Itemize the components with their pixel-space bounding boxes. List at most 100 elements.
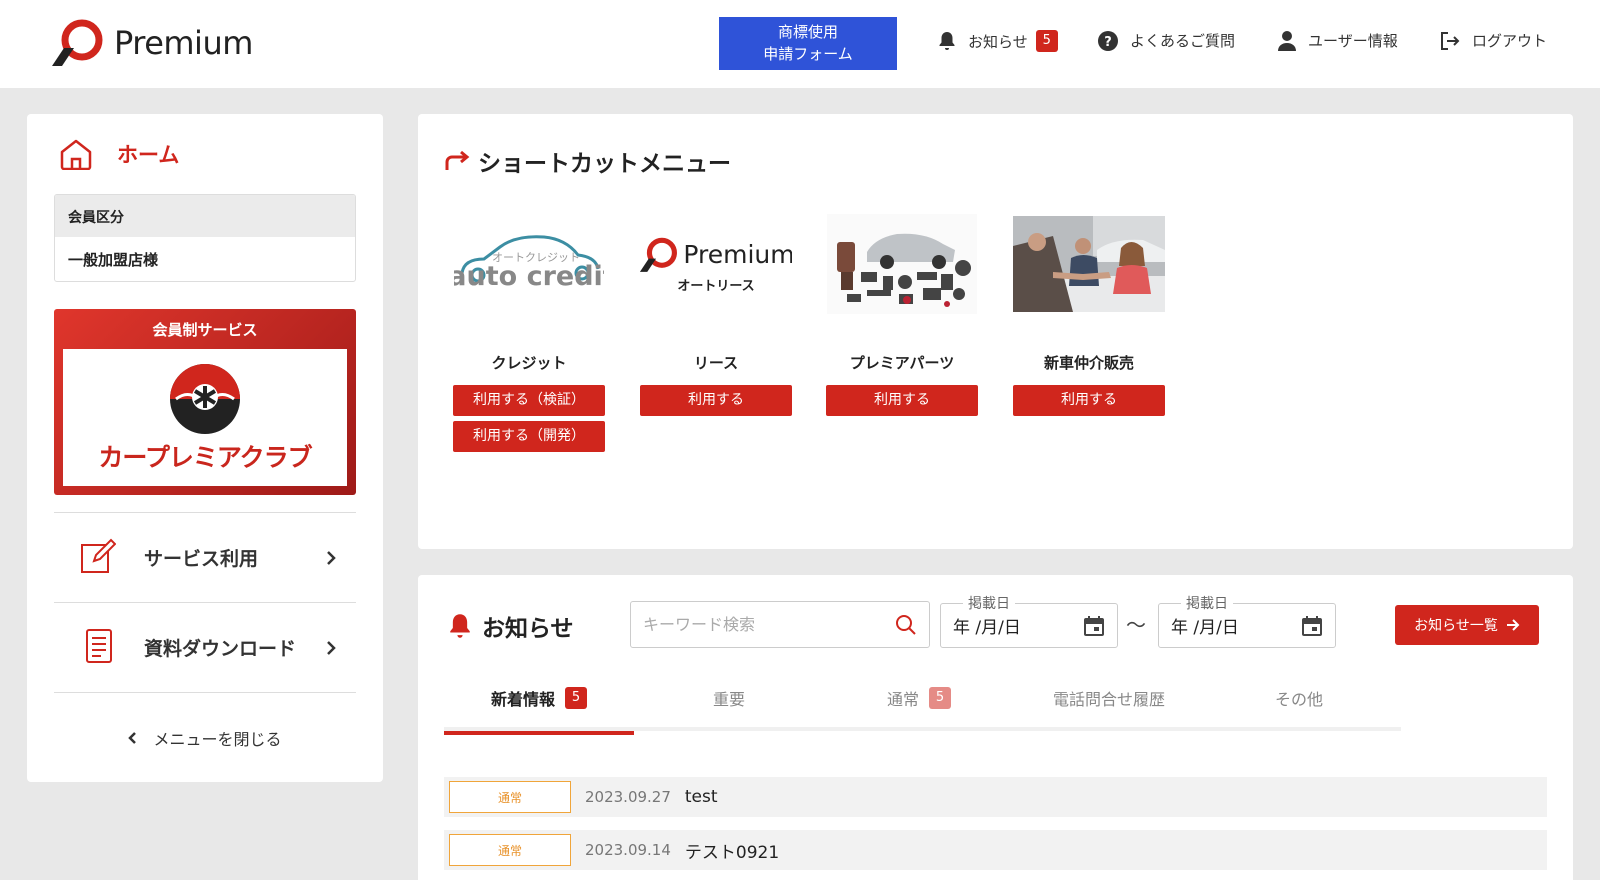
shortcut-menu-panel: ショートカットメニュー オートクレジット auto credit クレジット 利… xyxy=(418,114,1573,549)
nav-notice-label: お知らせ xyxy=(968,32,1028,51)
shortcut-premier-parts: プレミアパーツ 利用する xyxy=(826,214,978,416)
nav-faq[interactable]: ? よくあるご質問 xyxy=(1098,30,1235,51)
document-icon xyxy=(80,628,120,668)
svg-text:?: ? xyxy=(1104,35,1112,50)
trademark-button-line1: 商標使用 xyxy=(777,23,838,41)
keyword-search[interactable] xyxy=(630,601,930,648)
tab-normal[interactable]: 通常 5 xyxy=(824,665,1014,731)
question-icon: ? xyxy=(1098,30,1118,51)
bell-icon xyxy=(939,32,955,50)
nav-notice[interactable]: お知らせ 5 xyxy=(938,30,1058,52)
news-list-button[interactable]: お知らせ一覧 xyxy=(1395,605,1539,645)
shortcut-new-car-brokerage: 新車仲介販売 利用する xyxy=(1013,214,1165,416)
premium-auto-lease-logo: Premium オートリース xyxy=(640,214,792,314)
news-panel: お知らせ 掲載日 年 /月/日 〜 掲載日 年 /月/日 お知らせ一覧 新着情報… xyxy=(418,575,1573,880)
use-button[interactable]: 利用する xyxy=(826,385,978,416)
home-label: ホーム xyxy=(117,143,180,167)
member-service-banner[interactable]: 会員制サービス カープレミアクラブ xyxy=(54,309,356,495)
tab-phone-history[interactable]: 電話問合せ履歴 xyxy=(1014,665,1204,731)
shortcut-lease: Premium オートリース リース 利用する xyxy=(640,214,792,416)
news-row[interactable]: 通常 2023.09.27 test xyxy=(444,777,1547,817)
member-class-heading: 会員区分 xyxy=(55,195,355,237)
nav-faq-label: よくあるご質問 xyxy=(1130,32,1236,50)
calendar-icon[interactable] xyxy=(1301,615,1323,637)
home-icon xyxy=(60,139,92,170)
date-to-field[interactable]: 掲載日 年 /月/日 xyxy=(1158,593,1336,648)
use-dev-button[interactable]: 利用する（開発） xyxy=(453,421,605,452)
sidebar-item-label: 資料ダウンロード xyxy=(144,638,297,660)
auto-credit-wordmark: auto credit xyxy=(454,261,604,292)
premium-logo[interactable]: Premium xyxy=(48,18,253,68)
close-menu-label: メニューを閉じる xyxy=(153,729,282,749)
shortcut-credit: オートクレジット auto credit クレジット 利用する（検証） 利用する… xyxy=(453,214,605,452)
news-title-link[interactable]: テスト0921 xyxy=(685,838,779,863)
news-title: お知らせ xyxy=(448,609,574,643)
car-sale-handshake-image xyxy=(1013,214,1165,314)
logo-text: Premium xyxy=(114,24,253,62)
date-to-label: 掲載日 xyxy=(1181,593,1233,613)
logout-icon xyxy=(1441,31,1460,50)
premium-logo-mark xyxy=(640,237,678,272)
keyword-search-input[interactable] xyxy=(643,615,895,634)
edit-icon xyxy=(80,538,120,578)
category-badge: 通常 xyxy=(449,834,571,866)
news-title-link[interactable]: test xyxy=(685,787,718,807)
category-badge: 通常 xyxy=(449,781,571,813)
news-date: 2023.09.27 xyxy=(585,788,671,806)
arrow-right-icon xyxy=(1506,619,1520,631)
chevron-right-icon xyxy=(327,550,336,565)
calendar-icon[interactable] xyxy=(1083,615,1105,637)
tab-count-badge: 5 xyxy=(565,687,587,709)
news-title-text: お知らせ xyxy=(482,616,574,642)
nav-user-info[interactable]: ユーザー情報 xyxy=(1278,30,1398,51)
trademark-button-line2: 申請フォーム xyxy=(763,45,853,63)
shortcut-menu-title-text: ショートカットメニュー xyxy=(478,151,731,177)
lease-logo-sub: オートリース xyxy=(677,278,755,294)
chevron-right-icon xyxy=(327,640,336,655)
tab-new[interactable]: 新着情報 5 xyxy=(444,665,634,735)
sidebar-item-service-use[interactable]: サービス利用 xyxy=(54,512,356,602)
car-premier-club-card: カープレミアクラブ xyxy=(63,349,347,486)
top-header: Premium 商標使用 申請フォーム お知らせ 5 ? よくあるご質問 ユーザ… xyxy=(0,0,1600,88)
tab-label: 通常 xyxy=(886,690,919,709)
shortcut-name: リース xyxy=(693,354,739,372)
nav-user-label: ユーザー情報 xyxy=(1308,32,1398,50)
date-from-value: 年 /月/日 xyxy=(953,618,1021,638)
search-icon[interactable] xyxy=(895,614,917,636)
auto-credit-logo: オートクレジット auto credit xyxy=(453,214,605,314)
news-row[interactable]: 通常 2023.09.14 テスト0921 xyxy=(444,830,1547,870)
news-date: 2023.09.14 xyxy=(585,841,671,859)
user-icon xyxy=(1278,30,1296,51)
trademark-application-button[interactable]: 商標使用 申請フォーム xyxy=(719,17,897,70)
date-to-value: 年 /月/日 xyxy=(1171,618,1239,638)
chevron-left-icon xyxy=(128,731,137,744)
lease-logo-text: Premium xyxy=(683,240,792,269)
date-range-tilde: 〜 xyxy=(1126,613,1146,637)
tab-label: 新着情報 xyxy=(490,690,555,709)
date-from-field[interactable]: 掲載日 年 /月/日 xyxy=(940,593,1118,648)
sidebar-item-document-download[interactable]: 資料ダウンロード xyxy=(54,602,356,692)
shortcut-name: 新車仲介販売 xyxy=(1043,354,1134,372)
news-list-button-label: お知らせ一覧 xyxy=(1414,618,1498,634)
shortcut-name: プレミアパーツ xyxy=(849,354,955,372)
use-button[interactable]: 利用する xyxy=(1013,385,1165,416)
tab-other[interactable]: その他 xyxy=(1204,665,1394,731)
bell-icon xyxy=(450,614,470,638)
notice-count-badge: 5 xyxy=(1035,30,1058,52)
member-class-box: 会員区分 一般加盟店様 xyxy=(54,194,356,282)
nav-logout-label: ログアウト xyxy=(1472,32,1548,50)
tab-important[interactable]: 重要 xyxy=(634,665,824,731)
close-menu-button[interactable]: メニューを閉じる xyxy=(54,692,356,782)
sidebar-home[interactable]: ホーム xyxy=(59,138,179,170)
tab-label: 重要 xyxy=(712,690,745,709)
sidebar-item-label: サービス利用 xyxy=(144,548,259,570)
premium-logo-mark xyxy=(52,19,103,66)
use-button[interactable]: 利用する xyxy=(640,385,792,416)
car-parts-image xyxy=(826,214,978,314)
shortcut-menu-title: ショートカットメニュー xyxy=(444,144,731,178)
tab-count-badge: 5 xyxy=(929,687,951,709)
shortcut-name: クレジット xyxy=(491,354,567,372)
member-class-value: 一般加盟店様 xyxy=(68,251,159,269)
use-verify-button[interactable]: 利用する（検証） xyxy=(453,385,605,416)
nav-logout[interactable]: ログアウト xyxy=(1440,30,1547,51)
